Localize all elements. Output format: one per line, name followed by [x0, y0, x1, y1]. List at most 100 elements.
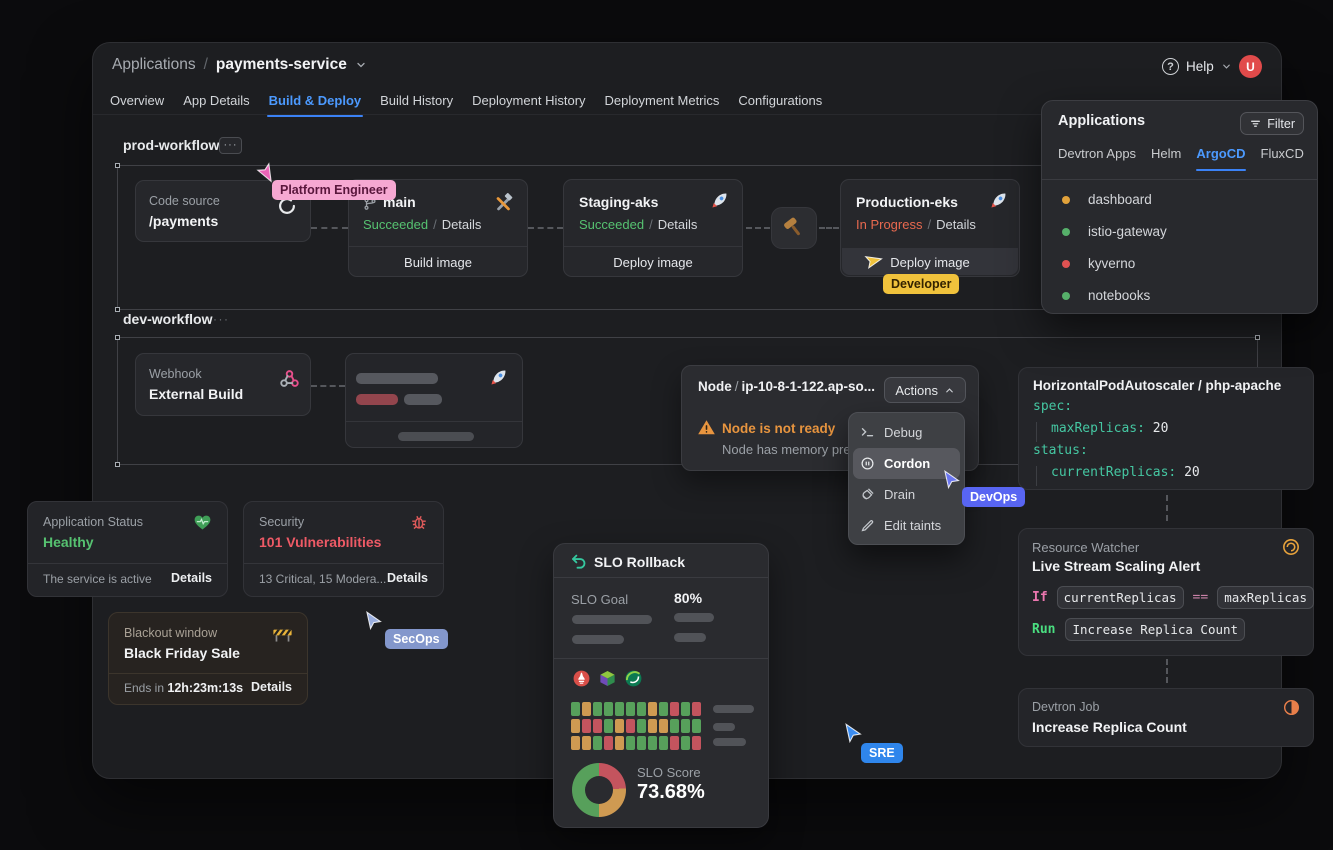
heatmap-cell [692, 736, 701, 750]
heatmap-cell [681, 736, 690, 750]
security-card-footer: 13 Critical, 15 Modera... [259, 572, 386, 586]
security-details-link[interactable]: Details [387, 571, 428, 585]
terminal-icon [860, 425, 875, 440]
app-name: istio-gateway [1088, 224, 1167, 239]
production-details-link[interactable]: Details [936, 217, 976, 232]
build-details-link[interactable]: Details [442, 217, 482, 232]
run-action-chip[interactable]: Increase Replica Count [1065, 618, 1245, 641]
status-card-title: Application Status [43, 515, 143, 529]
yaml-value: 20 [1184, 465, 1200, 480]
heatmap-cell [681, 719, 690, 733]
webhook-icon [278, 367, 301, 390]
resize-handle[interactable] [115, 335, 120, 340]
app-name: notebooks [1088, 288, 1150, 303]
dev-workflow-title: dev-workflow [123, 311, 212, 327]
divider [244, 563, 443, 564]
build-status: Succeeded [363, 217, 428, 232]
heatmap-cell [571, 702, 580, 716]
resize-handle[interactable] [115, 462, 120, 467]
heatmap-cell [648, 702, 657, 716]
gavel-icon [781, 215, 807, 241]
heatmap-cell [571, 719, 580, 733]
status-separator: / [649, 217, 653, 232]
help-icon: ? [1162, 58, 1179, 75]
app-list-item[interactable]: notebooks [1042, 279, 1317, 312]
resize-handle[interactable] [115, 163, 120, 168]
heatmap-cell [648, 736, 657, 750]
prod-workflow-title: prod-workflow [123, 137, 219, 153]
status-separator: / [927, 217, 931, 232]
resize-handle[interactable] [115, 307, 120, 312]
platform-engineer-badge: Platform Engineer [272, 180, 396, 200]
heatmap-cell [659, 702, 668, 716]
tab-fluxcd[interactable]: FluxCD [1261, 146, 1304, 171]
title-separator: / [732, 379, 742, 394]
app-list-item[interactable]: dashboard [1042, 183, 1317, 216]
menu-item-debug[interactable]: Debug [853, 417, 960, 448]
menu-item-edit-taints[interactable]: Edit taints [853, 510, 960, 541]
security-card-title: Security [259, 515, 304, 529]
breadcrumb-separator: / [204, 56, 208, 74]
heatmap-cell [637, 702, 646, 716]
tab-argocd[interactable]: ArgoCD [1196, 146, 1245, 171]
if-keyword: If [1032, 590, 1048, 605]
approval-gate-node[interactable] [771, 207, 817, 249]
heatmap-cell [593, 736, 602, 750]
status-dot [1062, 228, 1070, 236]
devops-cursor [941, 469, 962, 490]
newrelic-icon [624, 669, 643, 688]
skeleton-bar [572, 635, 624, 644]
resource-watcher-panel: Resource Watcher Live Stream Scaling Ale… [1018, 528, 1314, 656]
prod-workflow-more-button[interactable]: ··· [219, 137, 242, 154]
heatmap-cell [615, 719, 624, 733]
node-warning-title: Node is not ready [722, 421, 835, 436]
prometheus-icon [572, 669, 591, 688]
spiral-icon [1281, 537, 1301, 557]
indent-guide [1036, 466, 1037, 486]
resize-handle[interactable] [1255, 335, 1260, 340]
heatmap-cell [615, 736, 624, 750]
connector-dash [311, 227, 348, 229]
staging-deploy-action[interactable]: Deploy image [564, 255, 742, 270]
blackout-details-link[interactable]: Details [251, 680, 292, 694]
menu-item-label: Drain [884, 487, 915, 502]
app-list-item[interactable]: kyverno [1042, 247, 1317, 280]
actions-button[interactable]: Actions [884, 377, 966, 403]
divider [109, 673, 307, 674]
heatmap-cell [681, 702, 690, 716]
warning-icon [697, 418, 716, 437]
production-status: In Progress [856, 217, 922, 232]
help-label: Help [1186, 59, 1214, 74]
breadcrumb-root[interactable]: Applications [112, 56, 196, 74]
operator: == [1193, 590, 1209, 605]
condition-right-chip[interactable]: maxReplicas [1217, 586, 1314, 609]
chevron-down-icon[interactable] [355, 59, 367, 71]
status-card-footer: The service is active [43, 572, 152, 586]
security-card-value: 101 Vulnerabilities [259, 534, 381, 550]
rocket-icon [487, 366, 510, 389]
hpa-yaml-panel: HorizontalPodAutoscaler / php-apache spe… [1018, 367, 1314, 490]
filter-label: Filter [1267, 117, 1295, 131]
condition-left-chip[interactable]: currentReplicas [1057, 586, 1184, 609]
filter-button[interactable]: Filter [1240, 112, 1304, 135]
skeleton-bar [404, 394, 442, 405]
staging-details-link[interactable]: Details [658, 217, 698, 232]
build-status-row: Succeeded / Details [363, 217, 481, 232]
half-circle-progress-icon [1282, 698, 1301, 717]
tab-helm[interactable]: Helm [1151, 146, 1181, 171]
connector-dash-vertical [1166, 659, 1168, 683]
divider [1042, 179, 1317, 180]
avatar[interactable]: U [1239, 55, 1262, 78]
popup-title: Applications [1058, 113, 1145, 129]
tab-devtron-apps[interactable]: Devtron Apps [1058, 146, 1136, 171]
production-name: Production-eks [856, 194, 958, 210]
help-menu[interactable]: ? Help [1162, 58, 1232, 75]
build-image-action[interactable]: Build image [349, 255, 527, 270]
status-details-link[interactable]: Details [171, 571, 212, 585]
app-list-item[interactable]: istio-gateway [1042, 215, 1317, 248]
dev-workflow-more-button[interactable]: ··· [213, 312, 230, 326]
blackout-value: Black Friday Sale [124, 645, 240, 661]
connector-dash [528, 227, 563, 229]
webhook-card[interactable]: Webhook External Build [135, 353, 311, 416]
skeleton-bar [572, 615, 652, 624]
